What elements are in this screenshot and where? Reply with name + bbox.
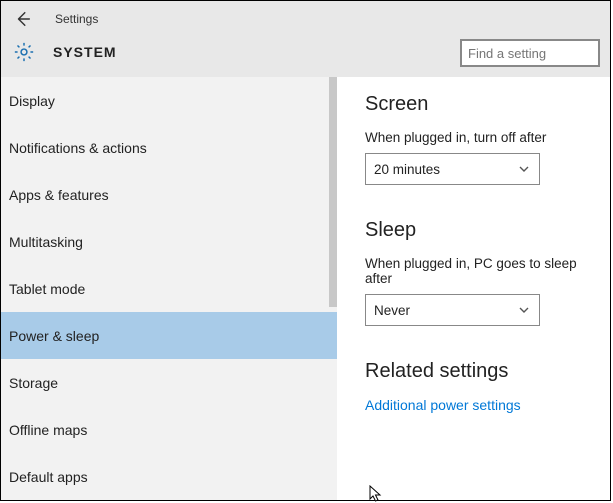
sidebar-item-power-sleep[interactable]: Power & sleep: [1, 312, 337, 359]
sidebar-item-label: Offline maps: [9, 422, 87, 438]
sidebar-item-label: Apps & features: [9, 187, 109, 203]
sleep-value: Never: [374, 303, 410, 318]
sidebar-item-default-apps[interactable]: Default apps: [1, 453, 337, 500]
sleep-label: When plugged in, PC goes to sleep after: [365, 256, 596, 286]
sidebar-item-notifications-actions[interactable]: Notifications & actions: [1, 124, 337, 171]
sidebar-list: Display Notifications & actions Apps & fea…: [1, 77, 337, 500]
screen-off-label: When plugged in, turn off after: [365, 130, 596, 145]
search-input[interactable]: [460, 39, 600, 67]
back-button[interactable]: [13, 9, 33, 29]
sidebar-item-apps-features[interactable]: Apps & features: [1, 171, 337, 218]
screen-off-select[interactable]: 20 minutes: [365, 153, 540, 185]
sidebar-item-label: Notifications & actions: [9, 140, 147, 156]
chevron-down-icon: [517, 303, 531, 317]
additional-power-settings-link[interactable]: Additional power settings: [365, 397, 521, 413]
related-heading: Related settings: [365, 360, 596, 383]
back-arrow-icon: [14, 10, 32, 28]
chevron-down-icon: [517, 162, 531, 176]
page-title: SYSTEM: [53, 44, 117, 60]
app-title: Settings: [55, 12, 98, 26]
content-pane: Screen When plugged in, turn off after 2…: [337, 77, 610, 500]
sidebar-item-label: Power & sleep: [9, 328, 99, 344]
sleep-heading: Sleep: [365, 219, 596, 242]
screen-heading: Screen: [365, 93, 596, 116]
screen-off-value: 20 minutes: [374, 162, 440, 177]
body: Display Notifications & actions Apps & fea…: [1, 77, 610, 500]
title-bar: Settings: [1, 1, 610, 31]
sidebar-item-offline-maps[interactable]: Offline maps: [1, 406, 337, 453]
sidebar: Display Notifications & actions Apps & fea…: [1, 77, 337, 500]
sidebar-item-multitasking[interactable]: Multitasking: [1, 218, 337, 265]
gear-icon: [13, 41, 35, 63]
sidebar-item-label: Storage: [9, 375, 58, 391]
sidebar-item-label: Default apps: [9, 469, 88, 485]
settings-window: Settings SYSTEM Display Notifications & a…: [0, 0, 611, 501]
sidebar-item-storage[interactable]: Storage: [1, 359, 337, 406]
sidebar-item-display[interactable]: Display: [1, 77, 337, 124]
sidebar-item-tablet-mode[interactable]: Tablet mode: [1, 265, 337, 312]
header-bar: Settings SYSTEM: [1, 1, 610, 77]
sidebar-item-label: Tablet mode: [9, 281, 85, 297]
sidebar-scrollbar[interactable]: [329, 77, 337, 307]
sidebar-item-label: Multitasking: [9, 234, 83, 250]
sleep-select[interactable]: Never: [365, 294, 540, 326]
sidebar-item-label: Display: [9, 93, 55, 109]
